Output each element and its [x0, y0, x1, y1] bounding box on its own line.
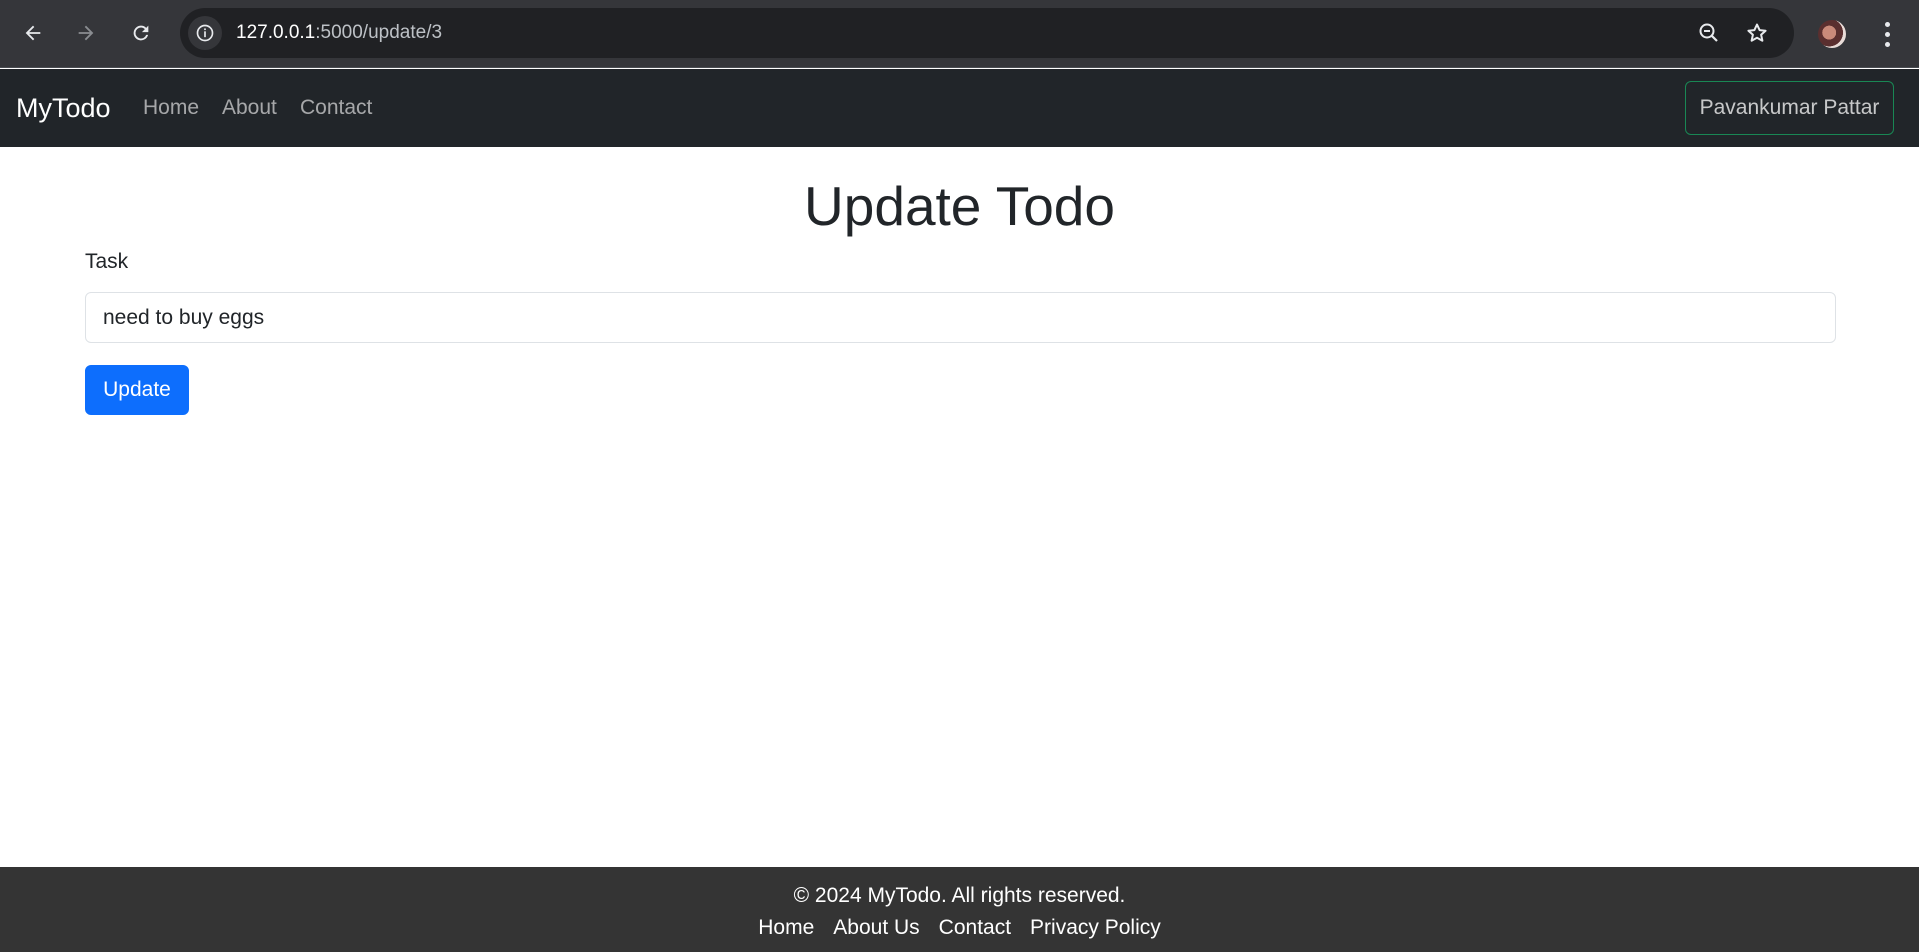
back-arrow-icon	[25, 25, 41, 41]
url-text[interactable]: 127.0.0.1:5000/update/3	[236, 8, 442, 58]
forward-arrow-icon	[78, 25, 94, 41]
footer-copyright: © 2024 MyTodo. All rights reserved.	[793, 884, 1126, 907]
nav-link-contact[interactable]: Contact	[300, 69, 372, 147]
nav-link-about[interactable]: About	[222, 69, 277, 147]
reload-button[interactable]	[122, 14, 160, 52]
footer-links: Home About Us Contact Privacy Policy	[0, 915, 1919, 941]
zoom-button[interactable]	[1694, 18, 1724, 48]
back-button[interactable]	[14, 14, 52, 52]
kebab-menu-icon[interactable]	[1872, 16, 1902, 52]
navbar-brand[interactable]: MyTodo	[16, 69, 111, 147]
task-input[interactable]	[85, 292, 1836, 343]
reload-icon	[133, 25, 149, 41]
url-path: :5000/update/3	[315, 22, 443, 43]
address-bar[interactable]: 127.0.0.1:5000/update/3	[180, 8, 1794, 58]
footer-link-contact[interactable]: Contact	[939, 915, 1011, 941]
bookmark-button[interactable]	[1742, 18, 1772, 48]
footer: © 2024 MyTodo. All rights reserved. Home…	[0, 867, 1919, 952]
update-button[interactable]: Update	[85, 365, 189, 415]
bookmark-star-icon	[1747, 23, 1767, 42]
profile-avatar[interactable]	[1816, 18, 1848, 50]
zoom-out-icon	[1699, 23, 1718, 42]
page-title: Update Todo	[804, 175, 1115, 237]
nav-link-home[interactable]: Home	[143, 69, 199, 147]
url-host: 127.0.0.1	[236, 22, 316, 43]
site-info-button[interactable]	[188, 16, 222, 50]
footer-link-home[interactable]: Home	[758, 915, 814, 941]
task-label: Task	[85, 250, 129, 273]
forward-button[interactable]	[67, 14, 105, 52]
app-navbar: MyTodo Home About Contact Pavankumar Pat…	[0, 69, 1919, 147]
footer-link-privacy-policy[interactable]: Privacy Policy	[1030, 915, 1161, 941]
site-info-icon	[196, 24, 214, 42]
footer-link-about-us[interactable]: About Us	[833, 915, 919, 941]
user-button[interactable]: Pavankumar Pattar	[1685, 81, 1894, 135]
browser-toolbar: 127.0.0.1:5000/update/3	[0, 0, 1919, 68]
